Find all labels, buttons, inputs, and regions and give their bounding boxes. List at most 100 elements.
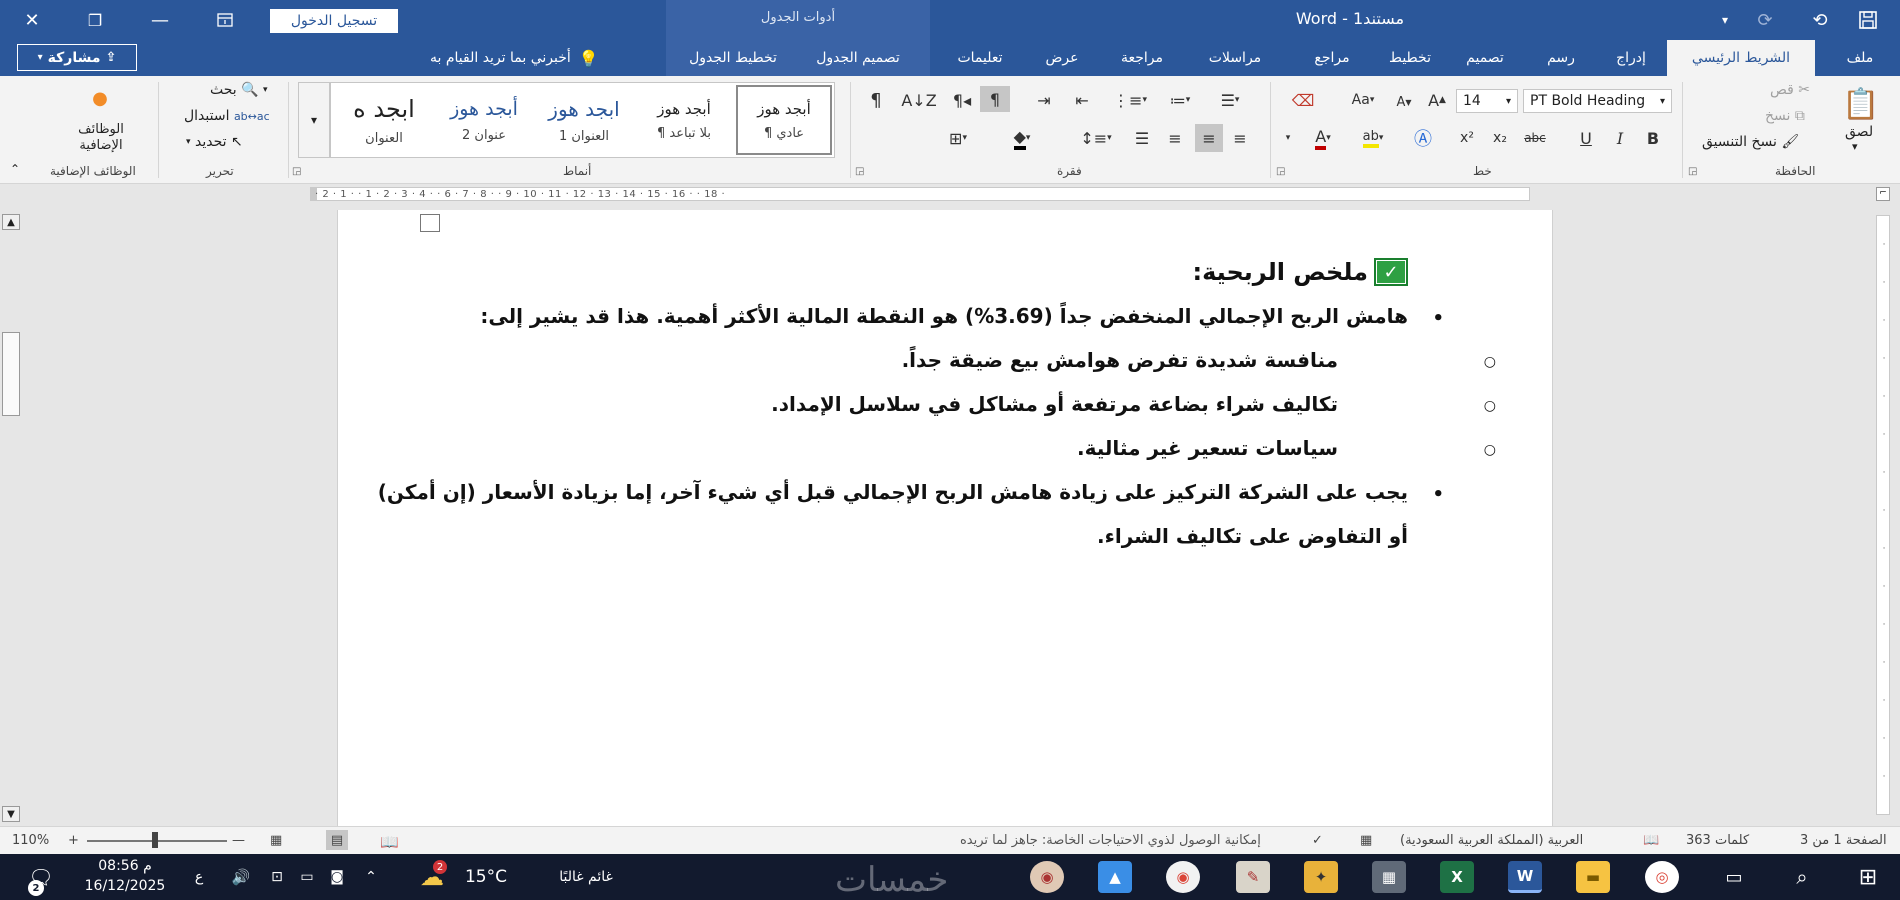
- replace-button[interactable]: استبدال ab↔ac: [184, 108, 270, 124]
- style-normal[interactable]: أبجد هوز ¶ عادي: [736, 85, 832, 155]
- sort-icon[interactable]: A↓Z: [901, 88, 936, 112]
- align-left-icon[interactable]: ≡: [1163, 126, 1187, 150]
- chrome-profile-icon[interactable]: ◉: [1030, 861, 1064, 893]
- tab-table-design[interactable]: تصميم الجدول: [810, 40, 906, 76]
- web-layout-icon[interactable]: ▦: [270, 833, 282, 848]
- excel-icon[interactable]: X: [1440, 861, 1474, 893]
- zoom-level[interactable]: 110%: [12, 833, 49, 848]
- clock-time[interactable]: 08:56 م: [80, 858, 170, 874]
- copy-button[interactable]: نسخ ⧉: [1765, 108, 1805, 124]
- tab-file[interactable]: ملف: [1835, 40, 1885, 76]
- word-icon[interactable]: W: [1508, 861, 1542, 893]
- table-move-handle[interactable]: [420, 214, 440, 232]
- text-effects-icon[interactable]: Ⓐ: [1410, 126, 1436, 150]
- input-language[interactable]: ع: [188, 854, 210, 900]
- macro-icon[interactable]: ▦: [1360, 833, 1372, 848]
- dropdown-arrow-icon[interactable]: ▾: [1710, 0, 1740, 40]
- bullets-icon[interactable]: ☰ ▾: [1210, 88, 1250, 112]
- cut-button[interactable]: قص ✂: [1770, 82, 1810, 98]
- styles-more-button[interactable]: ▾: [298, 82, 330, 158]
- show-formatting-icon[interactable]: ¶: [862, 88, 890, 112]
- addins-icon[interactable]: ●: [88, 86, 112, 110]
- scroll-thumb[interactable]: [2, 332, 20, 416]
- chrome-icon[interactable]: ◎: [1645, 861, 1679, 893]
- read-mode-icon[interactable]: 📖: [380, 833, 399, 851]
- underline-icon[interactable]: U: [1575, 126, 1597, 150]
- search-icon[interactable]: ⌕: [1780, 854, 1824, 900]
- proofing-icon[interactable]: 📖: [1643, 833, 1659, 848]
- tab-insert[interactable]: إدراج: [1605, 40, 1657, 76]
- tab-home[interactable]: الشريط الرئيسي: [1667, 40, 1815, 76]
- weather-cloud-icon[interactable]: ☁: [412, 854, 452, 900]
- tell-me-search[interactable]: أخبرني بما تريد القيام به 💡: [430, 40, 599, 76]
- word-count[interactable]: 363 كلمات: [1686, 833, 1749, 848]
- share-button[interactable]: ▾ مشاركة ⇪: [17, 44, 137, 71]
- tab-help[interactable]: تعليمات: [948, 40, 1012, 76]
- calculator-icon[interactable]: ▦: [1372, 861, 1406, 893]
- close-icon[interactable]: ✕: [10, 0, 54, 40]
- addins-button[interactable]: الوظائف الإضافية: [68, 122, 134, 154]
- volume-icon[interactable]: 🔊: [228, 854, 254, 900]
- language-indicator[interactable]: العربية (المملكة العربية السعودية): [1400, 833, 1583, 848]
- weather-temp[interactable]: 15°C: [458, 854, 514, 900]
- subscript-icon[interactable]: x₂: [1488, 126, 1512, 150]
- tab-view[interactable]: عرض: [1037, 40, 1087, 76]
- highlight-color-icon[interactable]: ab ▾: [1355, 126, 1391, 150]
- font-size-field[interactable]: 14 ▾: [1456, 89, 1518, 113]
- redo-icon[interactable]: ⟲: [1805, 0, 1835, 40]
- scroll-up-icon[interactable]: ▲: [2, 214, 20, 230]
- borders-icon[interactable]: ⊞ ▾: [932, 126, 984, 150]
- scroll-down-icon[interactable]: ▼: [2, 806, 20, 822]
- paragraph-launcher-icon[interactable]: ◲: [855, 166, 864, 177]
- document-page[interactable]: ✓ ملخص الربحية: • هامش الربح الإجمالي ال…: [337, 210, 1553, 826]
- minimize-icon[interactable]: —: [140, 0, 180, 40]
- paste-dropdown-icon[interactable]: ▾: [1852, 140, 1858, 153]
- styles-launcher-icon[interactable]: ◲: [292, 166, 301, 177]
- font-launcher-icon[interactable]: ◲: [1276, 166, 1285, 177]
- tab-references[interactable]: مراجع: [1302, 40, 1362, 76]
- chevron-up-icon[interactable]: ⌃: [360, 854, 382, 900]
- multilevel-list-icon[interactable]: ⋮≡ ▾: [1108, 88, 1152, 112]
- chevron-down-icon[interactable]: ▾: [1278, 126, 1298, 150]
- ribbon-display-icon[interactable]: [205, 0, 245, 40]
- style-title[interactable]: ابجد ه العنوان: [336, 85, 432, 155]
- paste-icon[interactable]: 📋: [1840, 82, 1882, 126]
- weather-desc[interactable]: غائم غالبًا: [545, 854, 627, 900]
- task-view-icon[interactable]: ▭: [1712, 854, 1756, 900]
- italic-icon[interactable]: I: [1610, 126, 1630, 150]
- clipboard-launcher-icon[interactable]: ◲: [1688, 166, 1697, 177]
- decrease-indent-icon[interactable]: ⇤: [1068, 88, 1096, 112]
- page-count[interactable]: الصفحة 1 من 3: [1800, 833, 1887, 848]
- print-layout-icon[interactable]: ▤: [326, 830, 348, 850]
- shrink-font-icon[interactable]: A ▼: [1392, 90, 1416, 114]
- ltr-direction-icon[interactable]: ¶◂: [948, 88, 976, 112]
- numbering-icon[interactable]: ≔ ▾: [1160, 88, 1200, 112]
- font-name-field[interactable]: PT Bold Heading ▾: [1523, 89, 1672, 113]
- windows-start-icon[interactable]: ⊞: [1846, 854, 1890, 900]
- clock-date[interactable]: 16/12/2025: [80, 878, 170, 894]
- zoom-slider-thumb[interactable]: [152, 832, 158, 848]
- tab-table-layout[interactable]: تخطيط الجدول: [678, 40, 788, 76]
- sign-in-button[interactable]: تسجيل الدخول: [270, 9, 398, 33]
- undo-icon[interactable]: ⟳: [1750, 0, 1780, 40]
- format-painter-button[interactable]: نسخ التنسيق 🖌: [1702, 134, 1799, 150]
- tab-draw[interactable]: رسم: [1535, 40, 1587, 76]
- grow-font-icon[interactable]: A ▲: [1425, 88, 1449, 112]
- increase-indent-icon[interactable]: ⇥: [1030, 88, 1058, 112]
- tab-layout[interactable]: تخطيط: [1380, 40, 1440, 76]
- chrome-profile-icon[interactable]: ◉: [1166, 861, 1200, 893]
- tab-design[interactable]: تصميم: [1455, 40, 1515, 76]
- paint-icon[interactable]: ✎: [1236, 861, 1270, 893]
- rtl-direction-icon[interactable]: ¶: [980, 86, 1010, 112]
- find-button[interactable]: بحث 🔍 ▾: [210, 82, 268, 98]
- style-heading-1[interactable]: ابجد هوز العنوان 1: [536, 85, 632, 155]
- superscript-icon[interactable]: x²: [1455, 126, 1479, 150]
- change-case-icon[interactable]: Aa ▾: [1346, 88, 1380, 112]
- file-explorer-icon[interactable]: ▬: [1576, 861, 1610, 893]
- network-icon[interactable]: ⊡: [266, 854, 288, 900]
- style-no-spacing[interactable]: أبجد هوز ¶ بلا تباعد: [636, 85, 732, 155]
- vertical-ruler[interactable]: · · · · · · · · · · · · · · ·: [1876, 215, 1890, 815]
- vertical-scrollbar[interactable]: ▲ ▼: [0, 212, 22, 824]
- restore-icon[interactable]: ❐: [75, 0, 115, 40]
- zoom-out-icon[interactable]: —: [232, 833, 245, 848]
